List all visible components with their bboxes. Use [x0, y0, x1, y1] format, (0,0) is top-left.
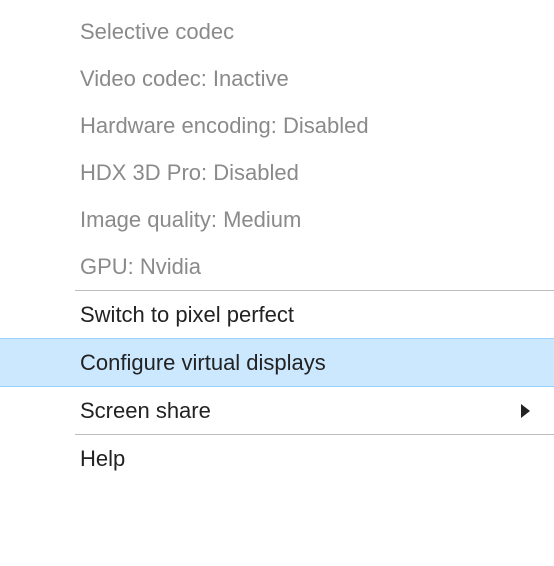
menu-item-label: Help	[80, 435, 125, 482]
info-video-codec: Video codec: Inactive	[0, 55, 554, 102]
menu-item-switch-pixel-perfect[interactable]: Switch to pixel perfect	[0, 291, 554, 338]
info-label: HDX 3D Pro: Disabled	[80, 149, 299, 196]
context-menu: Selective codec Video codec: Inactive Ha…	[0, 0, 554, 482]
info-selective-codec: Selective codec	[0, 8, 554, 55]
info-label: GPU: Nvidia	[80, 243, 201, 290]
info-label: Image quality: Medium	[80, 196, 301, 243]
padding	[0, 0, 554, 8]
menu-item-screen-share[interactable]: Screen share	[0, 387, 554, 434]
submenu-arrow-icon	[521, 404, 530, 418]
info-hardware-encoding: Hardware encoding: Disabled	[0, 102, 554, 149]
info-label: Hardware encoding: Disabled	[80, 102, 369, 149]
info-label: Selective codec	[80, 8, 234, 55]
info-label: Video codec: Inactive	[80, 55, 289, 102]
menu-item-configure-virtual-displays[interactable]: Configure virtual displays	[0, 338, 554, 387]
menu-item-label: Screen share	[80, 387, 211, 434]
info-gpu: GPU: Nvidia	[0, 243, 554, 290]
info-image-quality: Image quality: Medium	[0, 196, 554, 243]
menu-item-help[interactable]: Help	[0, 435, 554, 482]
menu-item-label: Configure virtual displays	[80, 339, 326, 386]
menu-item-label: Switch to pixel perfect	[80, 291, 294, 338]
info-hdx-3d-pro: HDX 3D Pro: Disabled	[0, 149, 554, 196]
